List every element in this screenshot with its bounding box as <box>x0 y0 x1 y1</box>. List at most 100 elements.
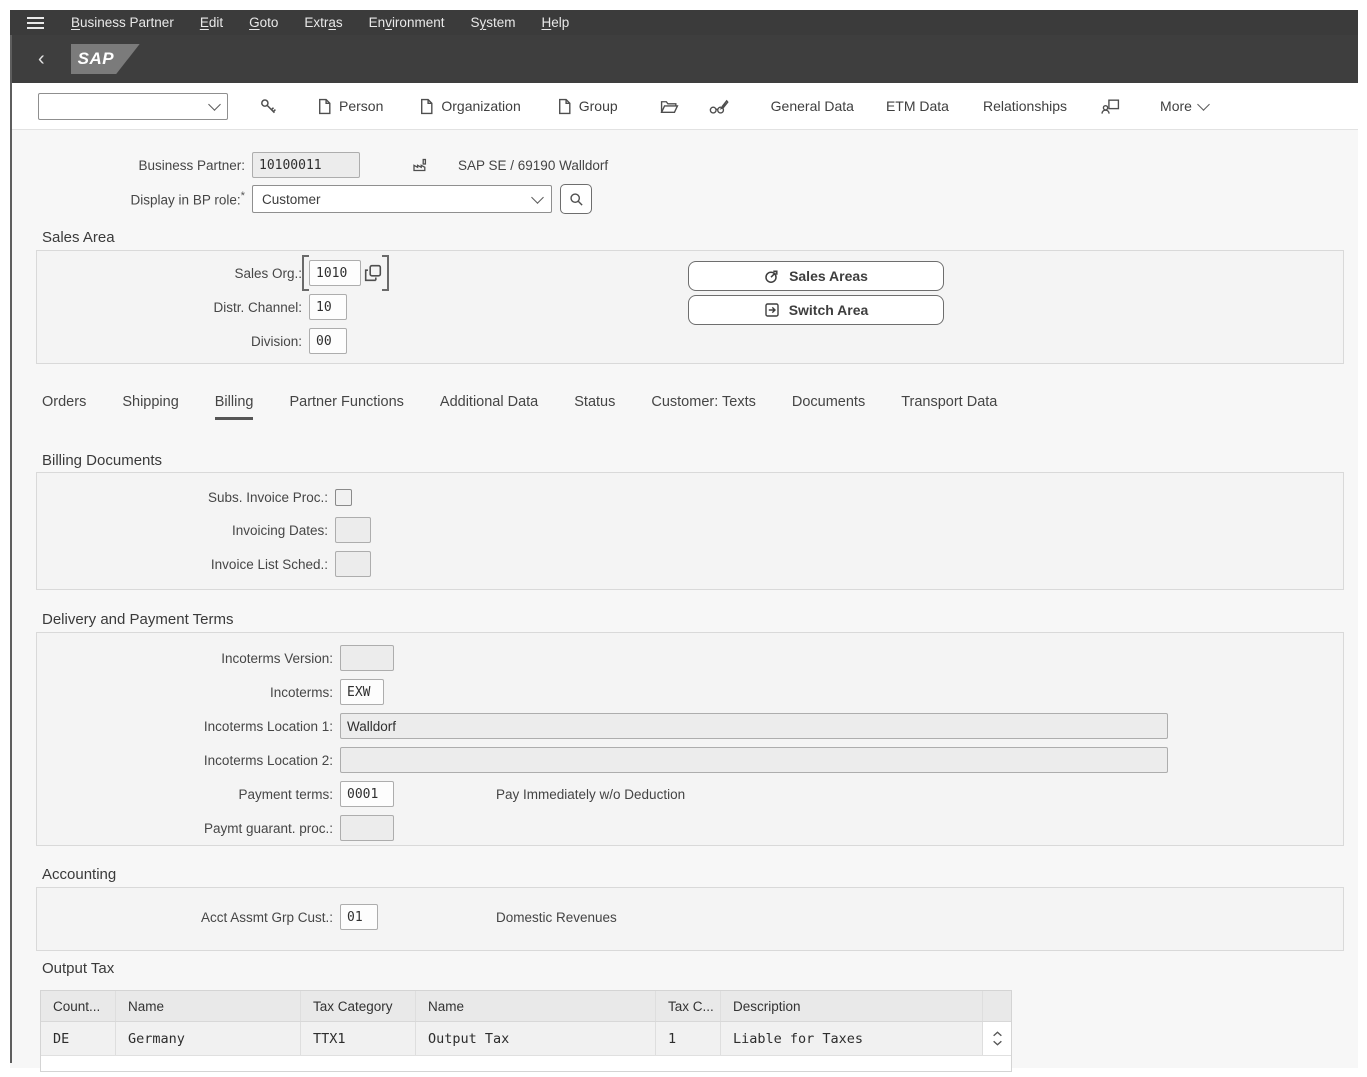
sales-areas-button-label: Sales Areas <box>789 268 868 284</box>
incoterms-loc2-row: Incoterms Location 2: <box>40 746 1168 774</box>
paymt-guarant-row: Paymt guarant. proc.: <box>40 814 394 842</box>
display-change-icon[interactable] <box>709 98 729 115</box>
spinner-up-icon <box>992 1031 1003 1037</box>
subs-invoice-checkbox[interactable] <box>335 489 352 506</box>
division-value: 00 <box>316 334 332 349</box>
organization-button[interactable]: Organization <box>419 98 520 115</box>
accounting-title: Accounting <box>42 866 116 883</box>
bp-number-field[interactable]: 10100011 <box>252 152 360 178</box>
acct-assmt-value: 01 <box>347 910 363 925</box>
tab-shipping[interactable]: Shipping <box>122 394 178 420</box>
open-folder-icon[interactable] <box>660 98 679 115</box>
menu-business-partner[interactable]: Business Partner <box>58 15 187 30</box>
sales-org-value: 1010 <box>316 266 347 281</box>
bp-number-label: Business Partner: <box>37 158 252 173</box>
payment-terms-description: Pay Immediately w/o Deduction <box>496 787 685 802</box>
acct-assmt-field[interactable]: 01 <box>340 904 378 930</box>
chevron-down-icon <box>208 98 221 111</box>
more-button[interactable]: More <box>1160 98 1208 114</box>
col-header-country[interactable]: Count... <box>41 991 116 1021</box>
menu-extras[interactable]: Extras <box>291 15 355 30</box>
switch-icon <box>764 302 780 318</box>
relationships-button[interactable]: Relationships <box>983 98 1067 114</box>
billing-documents-title: Billing Documents <box>42 452 162 469</box>
payment-terms-field[interactable]: 0001 <box>340 781 394 807</box>
person-button[interactable]: Person <box>317 98 383 115</box>
key-icon[interactable] <box>260 98 277 115</box>
invoice-list-row: Invoice List Sched.: <box>40 550 371 578</box>
tab-customer-texts[interactable]: Customer: Texts <box>651 394 756 420</box>
bp-role-row: Display in BP role:* Customer <box>37 185 592 213</box>
col-header-name2[interactable]: Name <box>416 991 656 1021</box>
sales-area-title: Sales Area <box>42 229 115 246</box>
group-button[interactable]: Group <box>557 98 618 115</box>
switch-area-button[interactable]: Switch Area <box>688 295 944 325</box>
tab-status[interactable]: Status <box>574 394 615 420</box>
cell-tax-class: 1 <box>656 1022 721 1055</box>
tab-partner-functions[interactable]: Partner Functions <box>289 394 403 420</box>
invoice-list-label: Invoice List Sched.: <box>40 557 335 572</box>
payment-terms-row: Payment terms: 0001 Pay Immediately w/o … <box>40 780 685 808</box>
bp-role-select[interactable]: Customer <box>252 185 552 213</box>
required-asterisk: * <box>241 190 245 202</box>
incoterms-loc1-row: Incoterms Location 1: Walldorf <box>40 712 1168 740</box>
more-button-label: More <box>1160 98 1192 114</box>
incoterms-loc2-field[interactable] <box>340 747 1168 773</box>
distr-channel-field[interactable]: 10 <box>309 294 347 320</box>
cell-description: Liable for Taxes <box>721 1022 983 1055</box>
bp-role-label-text: Display in BP role: <box>131 193 241 208</box>
incoterms-loc1-field[interactable]: Walldorf <box>340 713 1168 739</box>
menu-edit[interactable]: Edit <box>187 15 236 30</box>
sales-areas-button[interactable]: Sales Areas <box>688 261 944 291</box>
cell-tax-category: TTX1 <box>301 1022 416 1055</box>
menu-help[interactable]: Help <box>529 15 583 30</box>
col-header-tax-category[interactable]: Tax Category <box>301 991 416 1021</box>
distr-channel-row: Distr. Channel: 10 <box>40 293 347 321</box>
toolbar-combobox[interactable] <box>38 93 228 120</box>
partner-overview-icon[interactable] <box>1101 98 1120 115</box>
hamburger-icon[interactable] <box>27 17 44 29</box>
tab-orders[interactable]: Orders <box>42 394 86 420</box>
incoterms-loc2-label: Incoterms Location 2: <box>40 753 340 768</box>
invoice-list-field[interactable] <box>335 551 371 577</box>
general-data-button[interactable]: General Data <box>771 98 854 114</box>
incoterms-value: EXW <box>347 685 370 700</box>
col-header-tax-class[interactable]: Tax C... <box>656 991 721 1021</box>
etm-data-button[interactable]: ETM Data <box>886 98 949 114</box>
incoterms-label: Incoterms: <box>40 685 340 700</box>
col-header-description[interactable]: Description <box>721 991 983 1021</box>
menu-environment[interactable]: Environment <box>356 15 458 30</box>
bp-role-value: Customer <box>262 192 321 207</box>
new-document-icon <box>557 98 572 115</box>
sales-org-field[interactable]: 1010 <box>309 260 361 286</box>
incoterms-field[interactable]: EXW <box>340 679 384 705</box>
acct-assmt-description: Domestic Revenues <box>496 910 617 925</box>
invoicing-dates-label: Invoicing Dates: <box>40 523 335 538</box>
incoterms-version-field[interactable] <box>340 645 394 671</box>
shell-header: ‹ SAP <box>10 35 1358 83</box>
tab-additional-data[interactable]: Additional Data <box>440 394 538 420</box>
tab-billing[interactable]: Billing <box>215 394 254 420</box>
incoterms-loc1-value: Walldorf <box>347 719 396 734</box>
tab-documents[interactable]: Documents <box>792 394 865 420</box>
group-button-label: Group <box>579 98 618 114</box>
role-search-button[interactable] <box>560 184 592 214</box>
application-toolbar: Person Organization Group General Data E… <box>10 83 1358 130</box>
organization-button-label: Organization <box>441 98 520 114</box>
division-field[interactable]: 00 <box>309 328 347 354</box>
sales-areas-icon <box>764 268 780 284</box>
tab-transport-data[interactable]: Transport Data <box>901 394 997 420</box>
output-tax-title: Output Tax <box>42 960 114 977</box>
subs-invoice-row: Subs. Invoice Proc.: <box>40 483 352 511</box>
menu-goto[interactable]: Goto <box>236 15 291 30</box>
value-help-icon[interactable] <box>364 264 382 282</box>
output-tax-row[interactable]: DE Germany TTX1 Output Tax 1 Liable for … <box>41 1021 1011 1055</box>
invoicing-dates-field[interactable] <box>335 517 371 543</box>
acct-assmt-label: Acct Assmt Grp Cust.: <box>40 910 340 925</box>
back-icon[interactable]: ‹ <box>38 49 45 69</box>
menu-system[interactable]: System <box>457 15 528 30</box>
col-header-name1[interactable]: Name <box>116 991 301 1021</box>
table-scroll-spinner[interactable] <box>983 1022 1011 1055</box>
paymt-guarant-field[interactable] <box>340 815 394 841</box>
paymt-guarant-label: Paymt guarant. proc.: <box>40 821 340 836</box>
